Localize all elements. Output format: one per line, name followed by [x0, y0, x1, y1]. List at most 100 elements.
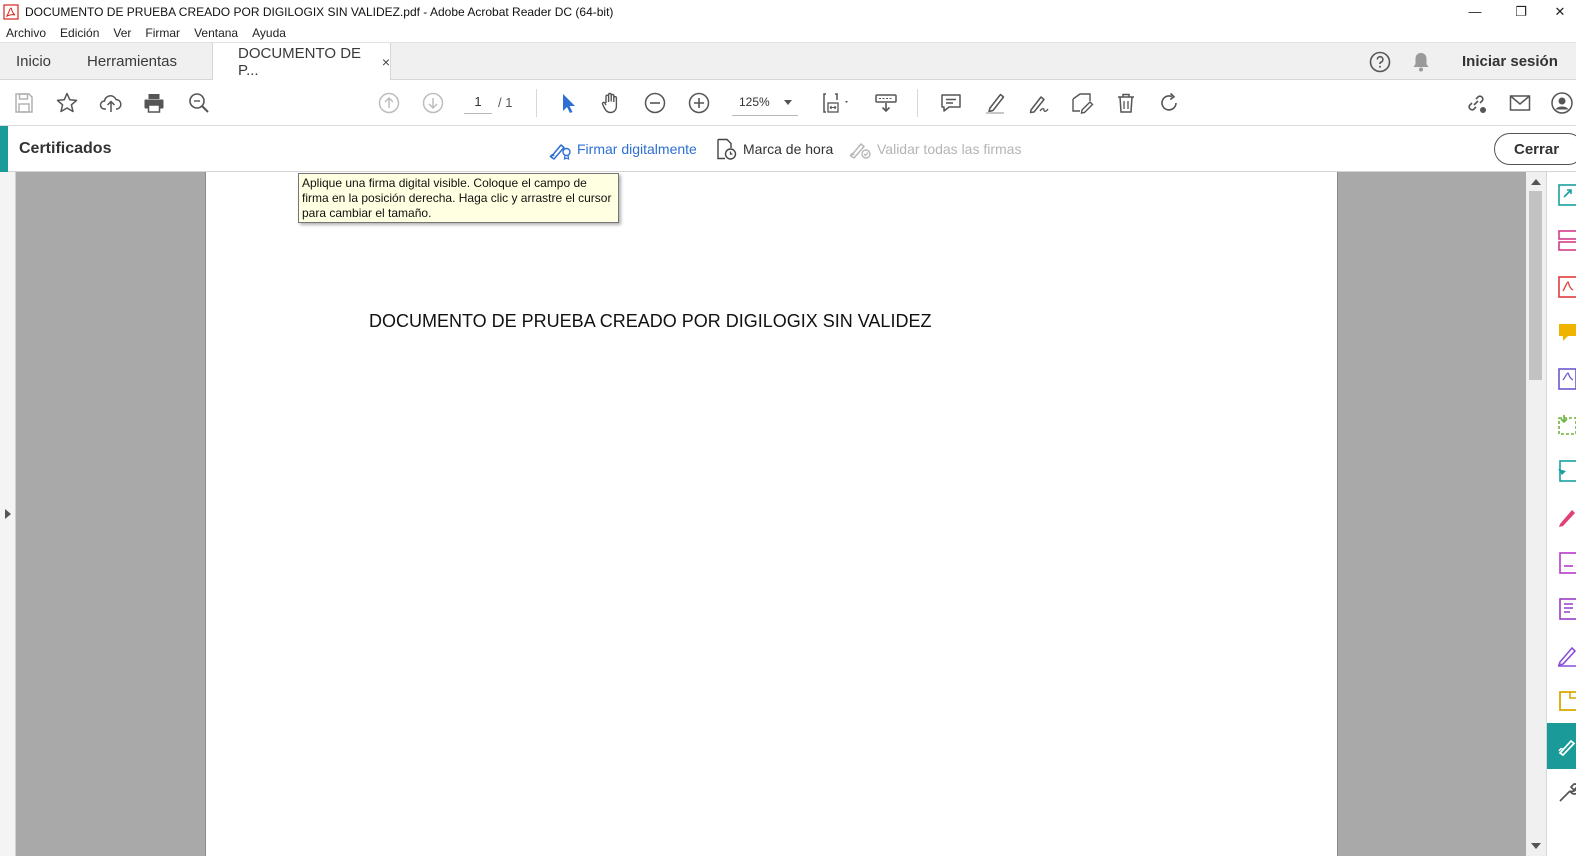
menu-ventana[interactable]: Ventana: [194, 26, 238, 40]
fill-and-sign-tool[interactable]: [1556, 504, 1576, 530]
help-icon: [1369, 51, 1391, 72]
left-panel-toggle[interactable]: [0, 172, 16, 856]
zoom-select[interactable]: 125%: [732, 92, 798, 116]
scroll-thumb[interactable]: [1529, 191, 1542, 380]
minimize-icon: —: [1468, 4, 1482, 19]
minus-circle-icon: [644, 92, 666, 114]
bookmark-button[interactable]: [53, 89, 81, 117]
window-title: DOCUMENTO DE PRUEBA CREADO POR DIGILOGIX…: [25, 4, 614, 19]
menu-firmar[interactable]: Firmar: [145, 26, 180, 40]
tab-close-icon[interactable]: ×: [382, 54, 390, 70]
search-button[interactable]: [185, 89, 213, 117]
zoom-out-button[interactable]: [641, 89, 669, 117]
stamp-icon: [1559, 691, 1576, 711]
highlight-button[interactable]: [981, 89, 1009, 117]
certificates-tool-active[interactable]: [1547, 723, 1576, 769]
request-signature-tool[interactable]: [1556, 642, 1576, 668]
pdf-page[interactable]: DOCUMENTO DE PRUEBA CREADO POR DIGILOGIX…: [205, 172, 1338, 856]
page-number-input[interactable]: 1: [464, 92, 492, 114]
tab-inicio-label: Inicio: [16, 53, 52, 70]
close-certificates-button[interactable]: Cerrar: [1494, 133, 1576, 165]
comment-icon: [941, 94, 961, 112]
print-button[interactable]: [140, 89, 168, 117]
vertical-scrollbar[interactable]: [1526, 172, 1546, 856]
select-tool-button[interactable]: [554, 89, 582, 117]
certificate-pen-icon: [1558, 739, 1576, 757]
help-button[interactable]: [1368, 43, 1392, 80]
email-button[interactable]: [1506, 89, 1534, 117]
wrench-icon: [1559, 783, 1576, 802]
zoom-in-button[interactable]: [685, 89, 713, 117]
scroll-mode-button[interactable]: [872, 89, 900, 117]
sign-digitally-tooltip: Aplique una firma digital visible. Coloq…: [298, 173, 619, 223]
printer-icon: [144, 94, 164, 113]
close-certificates-label: Cerrar: [1514, 140, 1560, 158]
menu-bar: Archivo Edición Ver Firmar Ventana Ayuda: [0, 23, 1576, 42]
notifications-button[interactable]: [1411, 43, 1431, 80]
link-icon: [1468, 95, 1486, 113]
send-for-review-tool[interactable]: [1556, 458, 1576, 484]
close-window-button[interactable]: ✕: [1544, 0, 1576, 23]
sign-digitally-button[interactable]: Firmar digitalmente: [548, 136, 697, 162]
edit-text-button[interactable]: [1068, 89, 1096, 117]
scroll-down-icon[interactable]: [1531, 843, 1541, 849]
tab-document[interactable]: DOCUMENTO DE P... ×: [212, 43, 391, 81]
save-button[interactable]: [10, 89, 38, 117]
compress-icon: [1558, 415, 1576, 435]
compress-tool[interactable]: [1556, 412, 1576, 438]
rotate-button[interactable]: [1155, 89, 1183, 117]
hand-icon: [601, 92, 618, 114]
stamp-tool[interactable]: [1556, 688, 1576, 714]
tab-inicio[interactable]: Inicio: [16, 43, 51, 80]
forms-tool[interactable]: [1556, 596, 1576, 622]
title-bar: DOCUMENTO DE PRUEBA CREADO POR DIGILOGIX…: [0, 0, 1576, 23]
share-link-button[interactable]: [1462, 89, 1490, 117]
restore-button[interactable]: ❐: [1498, 0, 1544, 23]
signin-button[interactable]: Iniciar sesión: [1462, 43, 1558, 80]
send-review-icon: [1558, 460, 1576, 482]
upload-cloud-button[interactable]: [97, 89, 125, 117]
menu-ayuda[interactable]: Ayuda: [252, 26, 286, 40]
account-button[interactable]: [1550, 89, 1576, 117]
previous-page-button[interactable]: [375, 89, 403, 117]
mail-icon: [1509, 95, 1531, 111]
forms-icon: [1559, 598, 1576, 620]
rotate-icon: [1161, 92, 1177, 111]
fill-sign-button[interactable]: [1024, 89, 1052, 117]
menu-archivo[interactable]: Archivo: [6, 26, 46, 40]
combine-files-tool[interactable]: [1556, 366, 1576, 392]
timestamp-label: Marca de hora: [743, 141, 834, 157]
fit-page-icon: [823, 93, 848, 113]
minimize-button[interactable]: —: [1452, 0, 1498, 23]
edit-pdf-tool[interactable]: [1556, 550, 1576, 576]
menu-edicion[interactable]: Edición: [60, 26, 99, 40]
panel-accent: [0, 126, 8, 172]
next-page-button[interactable]: [419, 89, 447, 117]
more-tools[interactable]: [1556, 780, 1576, 806]
tab-herramientas[interactable]: Herramientas: [87, 43, 177, 80]
hand-tool-button[interactable]: [597, 89, 625, 117]
comment-button[interactable]: [937, 89, 965, 117]
certificates-title: Certificados: [19, 140, 112, 157]
cursor-arrow-icon: [563, 94, 575, 113]
page-fit-button[interactable]: [816, 89, 856, 117]
validate-all-button[interactable]: Validar todas las firmas: [848, 136, 1021, 162]
export-pdf-tool[interactable]: [1556, 182, 1576, 208]
edit-document-icon: [1072, 93, 1094, 114]
delete-button[interactable]: [1112, 89, 1140, 117]
star-icon: [56, 92, 78, 113]
pen-sign-icon: [1029, 96, 1049, 114]
create-pdf-tool[interactable]: [1556, 274, 1576, 300]
edit-pdf-icon: [1559, 552, 1576, 574]
comment-tool[interactable]: [1556, 320, 1576, 346]
chevron-right-icon: [5, 509, 11, 519]
bell-icon: [1413, 52, 1429, 71]
organize-pages-tool[interactable]: [1556, 228, 1576, 254]
validate-all-label: Validar todas las firmas: [877, 141, 1022, 157]
timestamp-button[interactable]: Marca de hora: [714, 136, 833, 162]
scroll-up-icon[interactable]: [1531, 179, 1541, 185]
trash-icon: [1118, 93, 1134, 113]
comment-tool-icon: [1559, 324, 1576, 341]
zoom-search-icon: [189, 93, 209, 113]
menu-ver[interactable]: Ver: [113, 26, 131, 40]
